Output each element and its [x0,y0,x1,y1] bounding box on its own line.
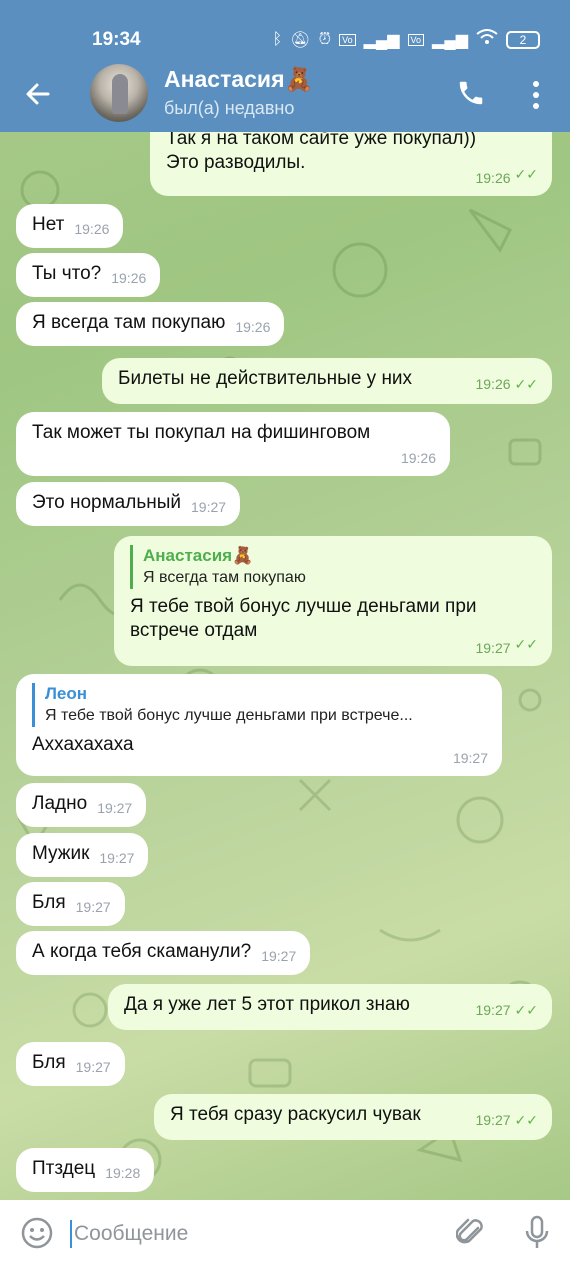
message-time: 19:27 [475,1002,511,1018]
message-text: Билеты не действительные у них [118,368,413,389]
message-bubble-incoming[interactable]: Это нормальный 19:27 [16,482,241,526]
message-text: Это нормальный [32,492,181,513]
quote-text: Я тебе твой бонус лучше деньгами при вст… [45,707,413,724]
message-time: 19:27 [99,850,135,866]
message-time: 19:27 [75,899,111,915]
quote-text: Я всегда там покупаю [143,569,306,586]
message-text: Бля [32,1052,66,1073]
message-input[interactable]: Сообщение [70,1220,188,1248]
message-text: Я тебя сразу раскусил чувак [170,1104,421,1125]
message-time: 19:27 [261,948,297,964]
voice-message-button[interactable] [524,1214,550,1252]
read-ticks-icon: ✓✓ [514,1112,538,1128]
message-text: Птздец [32,1158,96,1179]
avatar[interactable] [90,64,148,122]
message-time: 19:27 [452,750,488,766]
status-bar: 19:34 ᛒ 🔕︎ ⏰︎ Vo ▂▄▆ Vo ▂▄▆ 2 [0,26,570,54]
message-text: Я тебе твой бонус лучше деньгами при [130,596,477,617]
read-ticks-icon: ✓✓ [514,376,538,392]
message-bubble-outgoing[interactable]: Я тебя сразу раскусил чувак 19:27 ✓✓ [154,1094,552,1140]
message-time: 19:26 [235,319,271,335]
message-bubble-incoming[interactable]: Нет 19:26 [16,204,124,248]
more-vertical-icon [533,81,539,109]
smile-icon [21,1217,53,1249]
message-text: Аххахахаха [32,734,134,755]
message-bubble-incoming[interactable]: Ладно 19:27 [16,783,147,827]
message-text: А когда тебя скаманули? [32,941,252,962]
bluetooth-icon: ᛒ [272,30,283,48]
chat-header: 19:34 ᛒ 🔕︎ ⏰︎ Vo ▂▄▆ Vo ▂▄▆ 2 Анастасия🧸… [0,0,570,132]
reply-quote[interactable]: Анастасия🧸 Я всегда там покупаю [130,545,538,589]
message-text: Да я уже лет 5 этот прикол знаю [124,994,410,1015]
quote-author: Леон [45,684,88,703]
paperclip-icon [455,1218,483,1244]
message-bubble-outgoing[interactable]: Билеты не действительные у них 19:26 ✓✓ [102,358,552,404]
message-bubble-incoming[interactable]: Мужик 19:27 [16,833,149,877]
message-bubble-incoming[interactable]: Бля 19:27 [16,1042,125,1086]
wifi-icon [476,29,498,50]
message-text: Ладно [32,793,88,814]
message-time: 19:27 [97,800,133,816]
reply-quote[interactable]: Леон Я тебе твой бонус лучше деньгами пр… [32,683,488,727]
arrow-left-icon [26,83,50,105]
message-time: 19:26 [475,170,511,186]
message-bubble-incoming[interactable]: Так может ты покупал на фишинговом 19:26 [16,412,450,476]
message-text: Бля [32,892,66,913]
message-bubble-incoming[interactable]: Бля 19:27 [16,882,125,926]
message-time: 19:26 [475,376,511,392]
message-time: 19:26 [400,450,436,466]
attach-button[interactable] [455,1216,486,1250]
message-time: 19:27 [475,1112,511,1128]
message-text: Нет [32,214,65,235]
volte-icon: Vo [339,33,356,46]
chat-title[interactable]: Анастасия🧸 [164,66,313,93]
microphone-icon [525,1215,549,1248]
read-ticks-icon: ✓✓ [514,636,538,652]
message-bubble-incoming[interactable]: А когда тебя скаманули? 19:27 [16,931,311,975]
message-bubble-incoming[interactable]: Я всегда там покупаю 19:26 [16,302,285,346]
message-bubble-incoming[interactable]: Птздец 19:28 [16,1148,155,1192]
mute-icon: 🔕︎ [290,31,311,49]
message-bubble-outgoing[interactable]: Так я на таком сайте уже покупал)) Это р… [150,132,552,196]
signal-icon: ▂▄▆ [363,31,400,49]
back-button[interactable] [22,78,54,110]
message-text: Так я на таком сайте уже покупал)) [166,132,477,149]
call-button[interactable] [456,78,486,108]
message-time: 19:26 [74,221,110,237]
message-text: Мужик [32,843,90,864]
read-ticks-icon: ✓✓ [514,1002,538,1018]
emoji-button[interactable] [20,1216,54,1250]
message-bubble-incoming[interactable]: Леон Я тебе твой бонус лучше деньгами пр… [16,674,502,776]
phone-icon [459,81,483,105]
more-menu-button[interactable] [526,78,546,112]
message-input-bar: Сообщение [0,1200,570,1267]
message-time: 19:27 [75,1059,111,1075]
last-seen-status: был(а) недавно [164,98,295,118]
battery-icon: 2 [506,30,540,49]
message-time: 19:28 [105,1165,141,1181]
volte-icon: Vo [407,33,425,46]
alarm-icon: ⏰︎ [318,30,332,48]
signal-icon: ▂▄▆ [432,31,468,49]
quote-author: Анастасия🧸 [143,546,254,565]
message-text: Я всегда там покупаю [32,312,226,333]
chat-area[interactable]: Так я на таком сайте уже покупал)) Это р… [0,132,570,1200]
message-text: Ты что? [32,263,102,284]
message-time: 19:27 [191,499,227,515]
message-bubble-outgoing[interactable]: Анастасия🧸 Я всегда там покупаю Я тебе т… [114,536,552,666]
message-bubble-outgoing[interactable]: Да я уже лет 5 этот прикол знаю 19:27 ✓✓ [108,984,552,1030]
message-text: Так может ты покупал на фишинговом [32,422,371,443]
message-bubble-incoming[interactable]: Ты что? 19:26 [16,253,161,297]
message-time: 19:26 [111,270,147,286]
read-ticks-icon: ✓✓ [514,166,538,182]
status-time: 19:34 [92,29,141,50]
message-time: 19:27 [475,640,511,656]
